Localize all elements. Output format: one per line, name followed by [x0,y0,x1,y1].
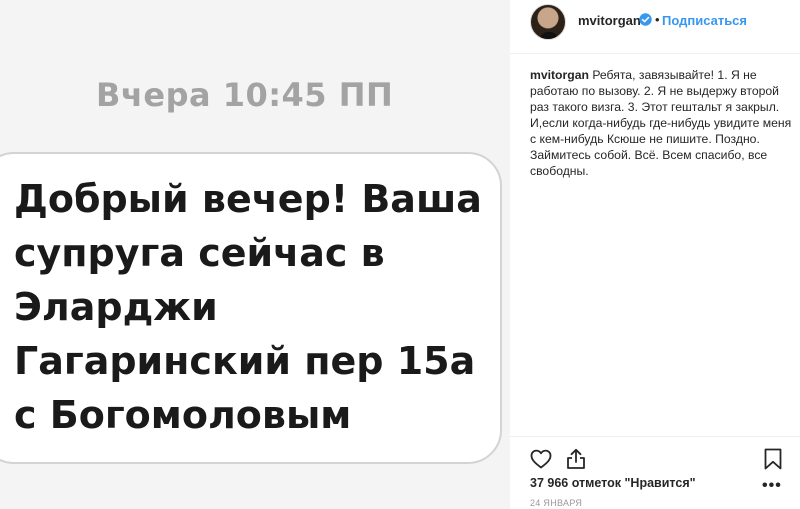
message-line: Гагаринский пер 15а [14,339,476,383]
heart-icon[interactable] [529,447,553,471]
post-caption: mvitorgan Ребята, завязывайте! 1. Я не р… [530,67,792,179]
post-image[interactable]: Вчера 10:45 ПП Добрый вечер! Ваша супруг… [0,0,510,509]
message-text: Добрый вечер! Ваша супруга сейчас в Элар… [14,172,494,442]
follow-button[interactable]: Подписаться [662,13,747,28]
message-line: Эларджи [14,285,218,329]
caption-text: Ребята, завязывайте! 1. Я не работаю по … [530,68,792,178]
message-line: с Богомоловым [14,393,352,437]
caption-username[interactable]: mvitorgan [530,68,589,82]
more-options-icon[interactable]: ••• [762,478,784,494]
instagram-post: Вчера 10:45 ПП Добрый вечер! Ваша супруг… [0,0,800,509]
message-line: Добрый вечер! Ваша [14,177,482,221]
header-username[interactable]: mvitorgan [578,13,641,28]
post-date: 24 ЯНВАРЯ [530,498,583,508]
message-timestamp: Вчера 10:45 ПП [96,76,394,114]
post-header: mvitorgan • Подписаться [510,0,800,54]
header-separator: • [655,12,660,27]
avatar[interactable] [530,4,566,40]
likes-count[interactable]: 37 966 отметок "Нравится" [530,476,696,490]
post-sidebar: mvitorgan • Подписаться mvitorgan Ребята… [510,0,800,509]
post-actions: 37 966 отметок "Нравится" 24 ЯНВАРЯ ••• [510,436,800,509]
verified-badge-icon [639,13,652,26]
bookmark-icon[interactable] [762,447,784,471]
share-icon[interactable] [564,447,588,471]
message-line: супруга сейчас в [14,231,385,275]
